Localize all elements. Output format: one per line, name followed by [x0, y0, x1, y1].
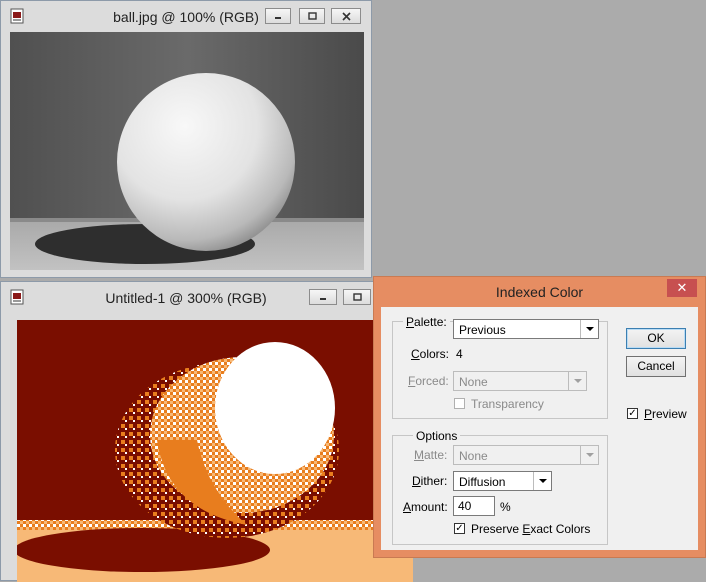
- dialog-titlebar[interactable]: Indexed Color ✕: [374, 277, 705, 307]
- dither-label: Dither:: [412, 474, 448, 488]
- restore-icon: [307, 12, 317, 20]
- untitled-window-titlebar[interactable]: Untitled-1 @ 300% (RGB): [1, 282, 411, 312]
- restore-icon: [352, 293, 362, 301]
- ball-window-titlebar[interactable]: ball.jpg @ 100% (RGB): [1, 1, 371, 31]
- palette-select[interactable]: Previous: [453, 319, 599, 339]
- dialog-close-button[interactable]: ✕: [667, 279, 697, 297]
- dither-value: Diffusion: [459, 475, 506, 489]
- forced-value: None: [459, 375, 488, 389]
- dither-select[interactable]: Diffusion: [453, 471, 552, 491]
- restore-button[interactable]: [299, 8, 325, 24]
- close-icon: ✕: [676, 280, 688, 295]
- dropdown-arrow-icon: [580, 446, 598, 464]
- preview-checkbox[interactable]: ✓: [627, 408, 638, 419]
- matte-select[interactable]: None: [453, 445, 599, 465]
- minimize-icon: [320, 298, 326, 300]
- untitled-window: Untitled-1 @ 300% (RGB): [0, 281, 413, 582]
- colors-value: 4: [456, 347, 463, 361]
- cancel-button[interactable]: Cancel: [626, 356, 686, 377]
- close-button[interactable]: [331, 8, 361, 24]
- dialog-title: Indexed Color: [495, 284, 584, 300]
- matte-label: Matte:: [414, 448, 448, 462]
- ok-button[interactable]: OK: [626, 328, 686, 349]
- dialog-body: Palette: Previous Colors: 4 Forced: None…: [381, 307, 698, 550]
- matte-value: None: [459, 449, 488, 463]
- dropdown-arrow-icon: [568, 372, 586, 390]
- preview-label: Preview: [644, 407, 687, 421]
- preserve-exact-colors-label: Preserve Exact Colors: [471, 522, 591, 536]
- forced-label: Forced:: [408, 374, 449, 388]
- amount-input[interactable]: [453, 496, 495, 516]
- restore-button[interactable]: [343, 289, 371, 305]
- amount-label: Amount:: [403, 500, 448, 514]
- minimize-button[interactable]: [309, 289, 337, 305]
- ball-window: ball.jpg @ 100% (RGB): [0, 0, 372, 278]
- indexed-color-dialog: Indexed Color ✕ Palette: Previous Colors…: [373, 276, 706, 558]
- indexed-preview-canvas[interactable]: [17, 320, 413, 582]
- forced-select[interactable]: None: [453, 371, 587, 391]
- close-icon: [341, 11, 351, 21]
- options-label: Options: [413, 429, 461, 443]
- dropdown-arrow-icon: [533, 472, 551, 490]
- colors-label: Colors:: [411, 347, 450, 361]
- ball-photo-canvas[interactable]: [10, 32, 364, 270]
- minimize-button[interactable]: [265, 8, 291, 24]
- palette-label: Palette:: [403, 315, 450, 329]
- preserve-exact-colors-checkbox[interactable]: ✓: [454, 523, 465, 534]
- minimize-icon: [275, 17, 281, 19]
- transparency-checkbox[interactable]: [454, 398, 465, 409]
- dropdown-arrow-icon: [580, 320, 598, 338]
- amount-unit: %: [500, 500, 511, 514]
- palette-value: Previous: [459, 323, 506, 337]
- transparency-label: Transparency: [471, 397, 544, 411]
